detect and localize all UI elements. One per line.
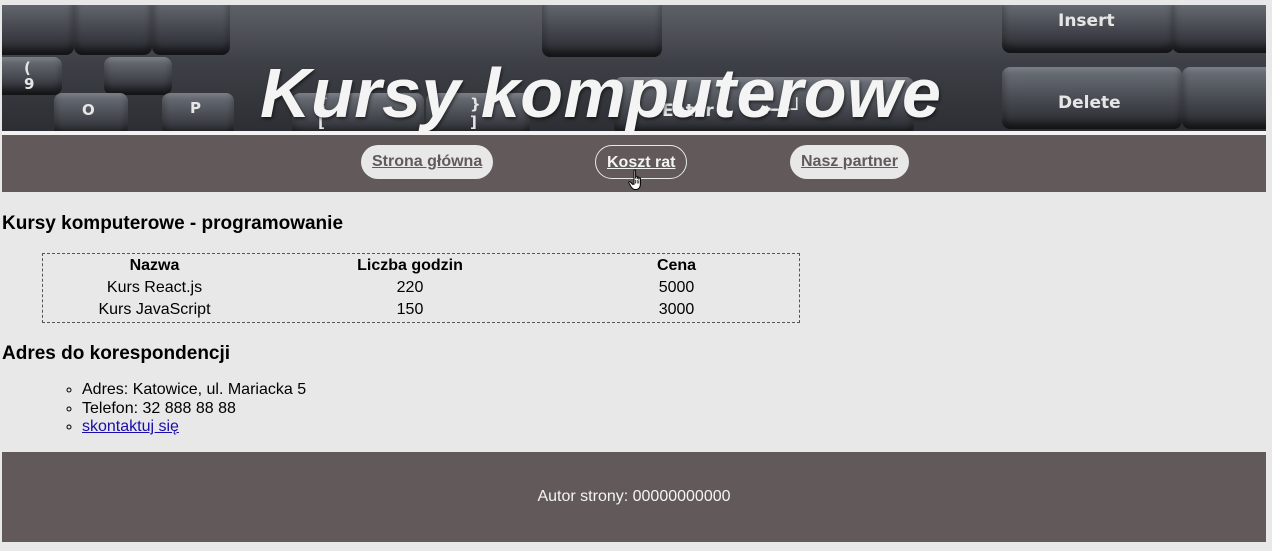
column-header-hours: Liczba godzin	[357, 257, 463, 274]
site-title: Kursy komputerowe	[260, 53, 942, 131]
list-item-address: Adres: Katowice, ul. Mariacka 5	[82, 381, 306, 400]
header-banner: ( 9 O P { [ } ] Enter ⟵┘ Insert Delete K…	[2, 5, 1266, 131]
courses-heading: Kursy komputerowe - programowanie	[2, 213, 344, 234]
column-header-price: Cena	[656, 257, 697, 274]
table-header-row: Nazwa Liczba godzin Cena	[45, 256, 797, 276]
keyboard-key: Delete	[1002, 67, 1182, 129]
course-hours-cell: 150	[396, 301, 424, 318]
course-price-cell: 3000	[658, 301, 695, 318]
keyboard-key	[1172, 5, 1266, 53]
contact-list: Adres: Katowice, ul. Mariacka 5 Telefon:…	[42, 381, 306, 437]
keyboard-key	[2, 5, 74, 55]
list-item-contact: skontaktuj się	[82, 418, 306, 437]
course-hours-cell: 220	[396, 279, 424, 296]
keyboard-key	[542, 5, 662, 57]
keyboard-key: P	[162, 93, 234, 131]
contact-link[interactable]: skontaktuj się	[82, 418, 179, 435]
keyboard-key: Insert	[1002, 5, 1174, 53]
nav-link-home[interactable]: Strona główna	[361, 145, 494, 179]
keyboard-key: O	[54, 93, 128, 131]
course-price-cell: 5000	[658, 279, 695, 296]
keyboard-key	[74, 5, 152, 55]
keyboard-key	[1182, 67, 1266, 129]
address-heading: Adres do korespondencji	[2, 343, 231, 364]
footer: Autor strony: 00000000000	[2, 452, 1266, 542]
page: ( 9 O P { [ } ] Enter ⟵┘ Insert Delete K…	[2, 5, 1266, 542]
hand-pointer-icon	[628, 169, 641, 190]
table-row: Kurs React.js 220 5000	[45, 278, 797, 298]
course-name-cell: Kurs JavaScript	[98, 301, 211, 318]
main-nav: Strona główna Koszt rat Nasz partner	[2, 135, 1266, 192]
keyboard-key: ( 9	[2, 57, 62, 95]
course-name-cell: Kurs React.js	[106, 279, 203, 296]
keyboard-key	[104, 57, 172, 95]
column-header-name: Nazwa	[129, 257, 180, 274]
list-item-phone: Telefon: 32 888 88 88	[82, 400, 306, 419]
courses-table: Nazwa Liczba godzin Cena Kurs React.js 2…	[42, 253, 800, 323]
author-text: Autor strony: 00000000000	[537, 488, 731, 505]
nav-link-partner[interactable]: Nasz partner	[790, 145, 909, 179]
table-row: Kurs JavaScript 150 3000	[45, 300, 797, 320]
keyboard-key	[152, 5, 230, 55]
